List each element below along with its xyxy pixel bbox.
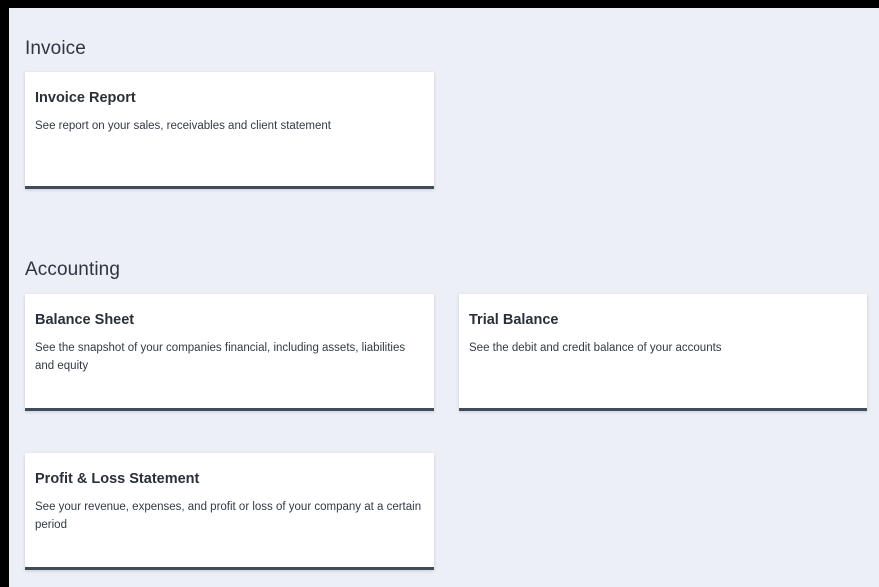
card-description: See the snapshot of your companies finan… [35, 342, 406, 372]
card-title: Trial Balance [469, 312, 559, 328]
card-title: Invoice Report [35, 90, 136, 106]
card-description: See report on your sales, receivables an… [35, 120, 331, 132]
card-balance-sheet[interactable]: Balance Sheet See the snapshot of your c… [25, 294, 434, 411]
card-description: See the debit and credit balance of your… [469, 342, 722, 354]
card-trial-balance[interactable]: Trial Balance See the debit and credit b… [459, 294, 867, 411]
section-title-invoice: Invoice [25, 38, 86, 59]
section-title-accounting: Accounting [25, 259, 121, 280]
card-profit-loss-statement[interactable]: Profit & Loss Statement See your revenue… [25, 453, 434, 570]
card-description: See your revenue, expenses, and profit o… [35, 501, 422, 531]
card-title: Profit & Loss Statement [35, 471, 200, 487]
card-invoice-report[interactable]: Invoice Report See report on your sales,… [25, 72, 434, 189]
card-title: Balance Sheet [35, 312, 135, 328]
reports-page: Invoice Invoice Report See report on you… [9, 8, 879, 587]
